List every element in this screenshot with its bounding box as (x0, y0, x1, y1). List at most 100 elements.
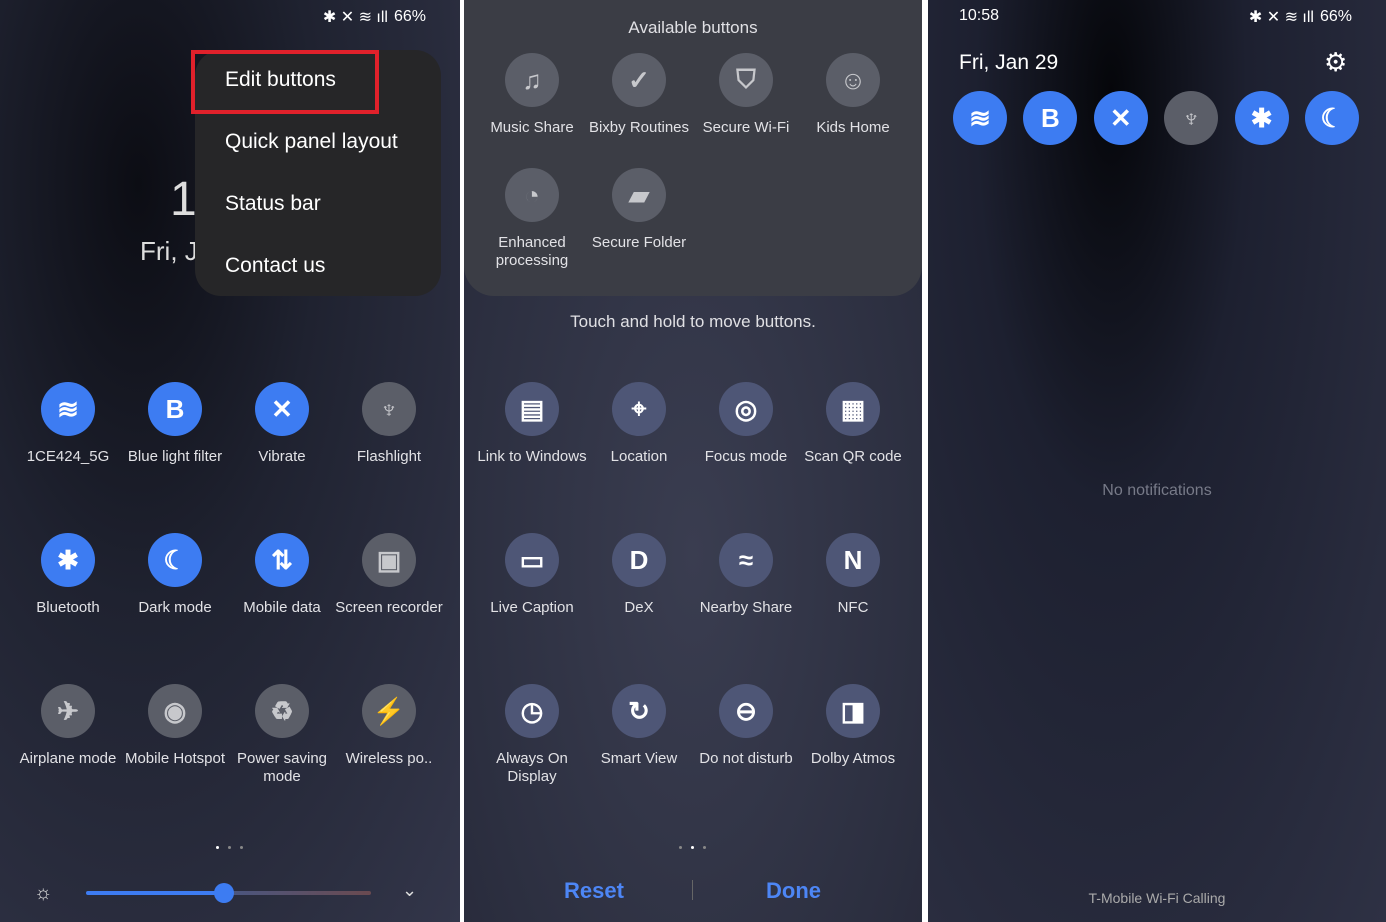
tile-scan-qr-code[interactable]: ▦ Scan QR code (798, 382, 908, 466)
qr-code-icon: ▦ (826, 382, 880, 436)
tile-label: Bluetooth (36, 599, 100, 616)
date: Fri, J (140, 236, 198, 266)
tile-label: Dolby Atmos (810, 750, 896, 767)
battery-level: 66% (1319, 8, 1352, 25)
tile-label: Location (610, 448, 668, 465)
tile-blue-light-filter[interactable]: B Blue light filter (120, 382, 230, 466)
airplane-icon: ✈ (41, 684, 95, 738)
tile-mobile-hotspot[interactable]: ◉ Mobile Hotspot (120, 684, 230, 768)
tile-label: Always On Display (496, 750, 568, 785)
tile-label: Mobile Hotspot (124, 750, 226, 767)
tile-smart-view[interactable]: ↻ Smart View (584, 684, 694, 768)
tile-mobile-data[interactable]: ⇅ Mobile data (227, 533, 337, 617)
always-on-display-icon: ◷ (505, 684, 559, 738)
tile-label: Kids Home (816, 119, 890, 136)
carrier-text: T-Mobile Wi-Fi Calling (1088, 890, 1226, 906)
tile-dolby-atmos[interactable]: ◨ Dolby Atmos (798, 684, 908, 768)
wifi-icon[interactable]: ≋ (953, 91, 1007, 145)
tile-kids-home[interactable]: ☺ Kids Home (798, 53, 908, 137)
edit-buttons-screen: Available buttons ♫ Music Share ✓ Bixby Rou… (464, 0, 922, 922)
location-icon: ⌖ (612, 382, 666, 436)
tile-wireless-po-[interactable]: ⚡ Wireless po.. (334, 684, 444, 768)
tile-screen-recorder[interactable]: ▣ Screen recorder (334, 533, 444, 617)
tile-flashlight[interactable]: ♆ Flashlight (334, 382, 444, 466)
done-button[interactable]: Done (766, 878, 821, 904)
tile-label: Blue light filter (127, 448, 223, 465)
tile-power-saving-mode[interactable]: ♻ Power saving mode (227, 684, 337, 786)
brightness-icon: ☼ (34, 882, 53, 904)
hotspot-icon: ◉ (148, 684, 202, 738)
vibrate-icon[interactable]: ✕ (1093, 91, 1148, 145)
no-notifications-text: No notifications (1102, 482, 1212, 499)
tile-1ce424-5g[interactable]: ≋ 1CE424_5G (13, 382, 123, 466)
tile-location[interactable]: ⌖ Location (584, 382, 694, 466)
screen-recorder-icon: ▣ (362, 533, 416, 587)
brightness-slider[interactable] (86, 883, 371, 903)
tile-label: Live Caption (490, 599, 574, 616)
tile-secure-folder[interactable]: ▰ Secure Folder (584, 168, 694, 252)
tile-nfc[interactable]: N NFC (798, 533, 908, 617)
hint-text: Touch and hold to move buttons. (570, 312, 816, 331)
brightness-thumb[interactable] (214, 883, 234, 903)
smart-view-icon: ↻ (612, 684, 666, 738)
available-buttons-title: Available buttons (628, 18, 758, 37)
tile-airplane-mode[interactable]: ✈ Airplane mode (13, 684, 123, 768)
tile-label: Link to Windows (477, 448, 587, 465)
tile-label: Wireless po.. (345, 750, 433, 767)
bixby-routines-icon: ✓ (612, 53, 666, 107)
settings-gear-icon[interactable]: ⚙ (1324, 47, 1347, 78)
tile-secure-wi-fi[interactable]: ⛉ Secure Wi-Fi (691, 53, 801, 137)
moon-icon[interactable]: ☾ (1305, 91, 1359, 145)
tile-nearby-share[interactable]: ≈ Nearby Share (691, 533, 801, 617)
enhanced-processing-icon: ◔ (505, 168, 559, 222)
menu-item-status-bar[interactable]: Status bar (225, 192, 321, 216)
status-icons: ✱ ✕ ≋ ıll (322, 9, 388, 26)
blue-light-icon[interactable]: B (1023, 91, 1078, 145)
menu-item-quick-panel-layout[interactable]: Quick panel layout (225, 130, 398, 154)
status-icons: ✱ ✕ ≋ ıll (1248, 9, 1314, 26)
tile-label: Enhanced processing (495, 234, 569, 269)
tile-label: Focus mode (704, 448, 788, 465)
flashlight-icon[interactable]: ♆ (1164, 91, 1219, 145)
menu-item-contact-us[interactable]: Contact us (225, 254, 325, 278)
tile-label: Screen recorder (335, 599, 443, 616)
flashlight-icon: ♆ (362, 382, 416, 436)
bluetooth-icon: ✱ (41, 533, 95, 587)
tile-focus-mode[interactable]: ◎ Focus mode (691, 382, 801, 466)
tile-link-to-windows[interactable]: ▤ Link to Windows (477, 382, 587, 466)
tile-bluetooth[interactable]: ✱ Bluetooth (13, 533, 123, 617)
nearby-share-icon: ≈ (719, 533, 773, 587)
wireless-powershare-icon: ⚡ (362, 684, 416, 738)
tile-label: Dark mode (138, 599, 212, 616)
chevron-down-icon[interactable]: ⌄ (402, 880, 417, 901)
quick-panel-menu-screen: ✱ ✕ ≋ ıll 66% 1( Fri, J Edit buttons Quic… (0, 0, 460, 922)
wifi-icon: ≋ (41, 382, 95, 436)
tile-dex[interactable]: D DeX (584, 533, 694, 617)
battery-level: 66% (393, 8, 426, 25)
vibrate-icon: ✕ (255, 382, 309, 436)
status-bar: ✱ ✕ ≋ ıll 66% (323, 7, 426, 27)
reset-button[interactable]: Reset (564, 878, 624, 904)
tile-enhanced-processing[interactable]: ◔ Enhanced processing (477, 168, 587, 270)
tile-label: Scan QR code (804, 448, 902, 465)
tile-do-not-disturb[interactable]: ⊖ Do not disturb (691, 684, 801, 768)
tile-label: Flashlight (356, 448, 422, 465)
tile-label: Vibrate (258, 448, 306, 465)
tile-always-on-display[interactable]: ◷ Always On Display (477, 684, 587, 786)
tile-vibrate[interactable]: ✕ Vibrate (227, 382, 337, 466)
tile-bixby-routines[interactable]: ✓ Bixby Routines (584, 53, 694, 137)
tile-label: Mobile data (243, 599, 321, 616)
tile-label: Secure Folder (591, 234, 687, 251)
status-time: 10:58 (959, 7, 1000, 24)
dex-icon: D (612, 533, 666, 587)
available-buttons-panel: Available buttons ♫ Music Share ✓ Bixby Rou… (464, 0, 922, 296)
tile-live-caption[interactable]: ▭ Live Caption (477, 533, 587, 617)
highlight-box (191, 50, 379, 114)
bluetooth-icon[interactable]: ✱ (1234, 91, 1289, 145)
tile-dark-mode[interactable]: ☾ Dark mode (120, 533, 230, 617)
tile-music-share[interactable]: ♫ Music Share (477, 53, 587, 137)
tile-label: Music Share (490, 119, 574, 136)
tile-label: Airplane mode (19, 750, 117, 767)
power-saving-icon: ♻ (255, 684, 309, 738)
tile-label: Secure Wi-Fi (702, 119, 790, 136)
